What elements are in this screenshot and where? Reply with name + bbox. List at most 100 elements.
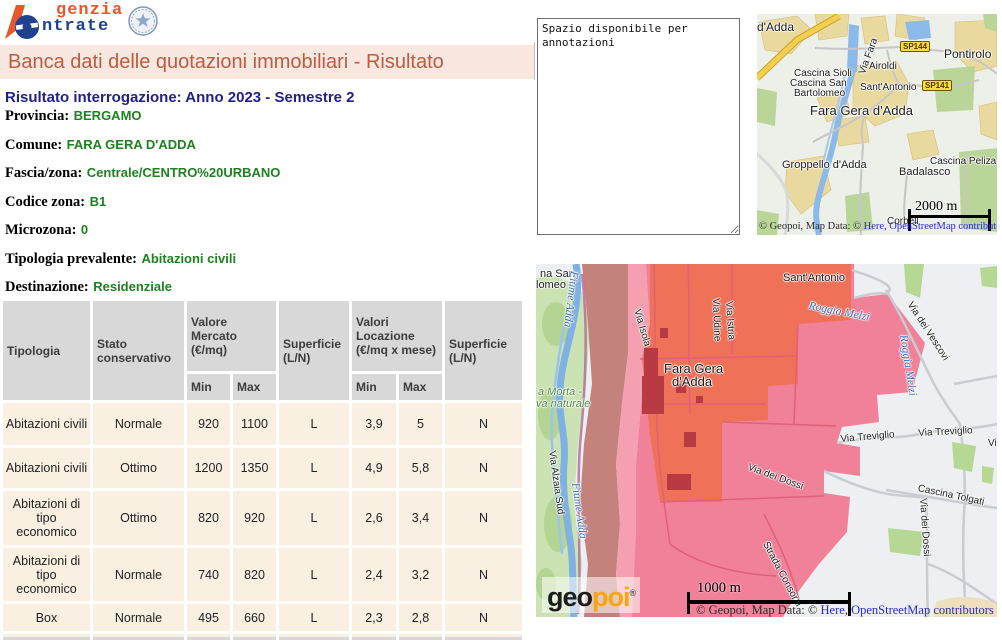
field-label: Fascia/zona:	[5, 165, 82, 181]
here-link[interactable]: Here	[864, 221, 884, 232]
map-label: a Morta -	[538, 386, 582, 398]
table-cell: 5	[399, 403, 442, 445]
column-header-valori-locazione: Valori Locazione (€/mq x mese)	[352, 301, 442, 371]
table-cell: 1100	[233, 403, 276, 445]
table-cell: 920	[233, 491, 276, 545]
table-cell: 1350	[233, 448, 276, 488]
table-row: Abitazioni civili Normale 920 1100 L 3,9…	[3, 403, 522, 445]
map-label: lomeo	[536, 279, 566, 291]
attribution-text: © Geopoi, Map Data: ©	[696, 603, 821, 617]
osm-link[interactable]: OpenStreetMap contributors	[889, 221, 997, 232]
map-label: Pontirolo	[944, 47, 991, 61]
table-cell: 2,4	[352, 548, 396, 601]
table-cell: N	[445, 548, 522, 601]
table-cell: 820	[187, 491, 230, 545]
overview-map[interactable]: d'Adda Via Fara Airoldi Cascina Sioli Ca…	[757, 14, 997, 235]
column-header-min: Min	[187, 374, 230, 400]
column-header-max: Max	[399, 374, 442, 400]
field-value: FARA GERA D'ADDA	[67, 137, 196, 152]
scale-bar-tick	[687, 592, 690, 614]
column-header-valore-mercato: Valore Mercato (€/mq)	[187, 301, 276, 371]
table-cell: L	[279, 491, 349, 545]
map-label: Via Udine	[710, 298, 723, 342]
table-cell: 495	[187, 604, 230, 631]
table-cell: Ottimo	[93, 491, 184, 545]
table-cell: 660	[233, 604, 276, 631]
table-row: Abitazioni di tipo economico Ottimo 820 …	[3, 491, 522, 545]
field-value: Abitazioni civili	[141, 251, 236, 266]
field-label: Comune:	[5, 137, 62, 153]
table-cell: 3,4	[399, 491, 442, 545]
zone-map[interactable]: na San lomeo Fiume Adda a Morta - va nat…	[536, 264, 997, 617]
field-label: Microzona:	[5, 222, 76, 238]
table-cell: N	[445, 448, 522, 488]
field-value: BERGAMO	[74, 108, 142, 123]
map-label: d'Adda	[757, 20, 794, 34]
agenzia-entrate-logo: genzia ntrate	[4, 3, 159, 41]
field-label: Provincia:	[5, 108, 69, 124]
map-attribution: © Geopoi, Map Data: © Here, OpenStreetMa…	[696, 603, 994, 617]
field-label: Destinazione:	[5, 279, 89, 295]
field-fascia-zona: Fascia/zona: Centrale/CENTRO%20URBANO	[5, 165, 280, 182]
map-label: Cascina Peliza	[930, 156, 996, 167]
field-destinazione: Destinazione: Residenziale	[5, 279, 280, 296]
table-cell: Normale	[93, 403, 184, 445]
column-header-tipologia: Tipologia	[3, 301, 90, 400]
field-value: Residenziale	[93, 279, 172, 294]
result-fields: Provincia: BERGAMO Comune: FARA GERA D'A…	[5, 108, 280, 308]
table-cell: 820	[233, 548, 276, 601]
page-title: Banca dati delle quotazioni immobiliari …	[0, 45, 534, 79]
italian-republic-emblem-icon	[127, 3, 159, 39]
table-cell: 3,9	[352, 403, 396, 445]
result-heading: Risultato interrogazione: Anno 2023 - Se…	[5, 89, 355, 106]
table-cell: L	[279, 403, 349, 445]
table-cell: Abitazioni civili	[3, 448, 90, 488]
field-microzona: Microzona: 0	[5, 222, 280, 239]
table-cell: 920	[187, 403, 230, 445]
field-comune: Comune: FARA GERA D'ADDA	[5, 137, 280, 154]
table-cell: 2,8	[399, 604, 442, 631]
table-cell: 740	[187, 548, 230, 601]
column-header-superficie-1: Superficie (L/N)	[279, 301, 349, 400]
column-header-stato: Stato conservativo	[93, 301, 184, 400]
table-cell: 2,3	[352, 604, 396, 631]
geopoi-logo: geopoi®	[542, 577, 640, 613]
table-cell: 2,6	[352, 491, 396, 545]
map-label: va naturale	[536, 398, 590, 410]
table-row: Box Normale 495 660 L 2,3 2,8 N	[3, 604, 522, 631]
zone-map-canvas	[536, 264, 997, 617]
map-label: d'Adda	[672, 374, 712, 389]
here-link[interactable]: Here	[821, 603, 845, 617]
table-cell: 5,8	[399, 448, 442, 488]
field-label: Tipologia prevalente:	[5, 251, 137, 267]
field-value: 0	[81, 222, 88, 237]
map-label: Sant'Antonio	[860, 82, 916, 93]
table-cell: Abitazioni di tipo economico	[3, 548, 90, 601]
table-row: Abitazioni di tipo economico Normale 740…	[3, 548, 522, 601]
map-label: Airoldi	[869, 61, 897, 72]
table-cell: 3,2	[399, 548, 442, 601]
field-value: B1	[90, 194, 107, 209]
table-cell: Box	[3, 604, 90, 631]
table-cell: Normale	[93, 604, 184, 631]
table-cell: N	[445, 403, 522, 445]
attribution-text: © Geopoi, Map Data: ©	[759, 221, 864, 232]
column-header-min: Min	[352, 374, 396, 400]
divider	[534, 42, 535, 80]
field-codice-zona: Codice zona: B1	[5, 194, 280, 211]
map-label: Vi	[988, 438, 997, 449]
table-cell: N	[445, 604, 522, 631]
map-label: Sant'Antonio	[783, 272, 845, 284]
annotation-textarea[interactable]: Spazio disponibile per annotazioni	[537, 18, 740, 235]
table-cell: L	[279, 604, 349, 631]
map-attribution: © Geopoi, Map Data: © Here, OpenStreetMa…	[759, 221, 997, 232]
field-provincia: Provincia: BERGAMO	[5, 108, 280, 125]
osm-link[interactable]: OpenStreetMap contributors	[851, 603, 994, 617]
scale-bar	[909, 215, 990, 218]
logo-wordmark: genzia ntrate	[42, 3, 123, 35]
field-tipologia-prevalente: Tipologia prevalente: Abitazioni civili	[5, 251, 280, 268]
map-label: Groppello d'Adda	[782, 159, 867, 171]
logo-line2: ntrate	[42, 19, 123, 35]
table-cell: Abitazioni di tipo economico	[3, 491, 90, 545]
table-cell: N	[445, 491, 522, 545]
